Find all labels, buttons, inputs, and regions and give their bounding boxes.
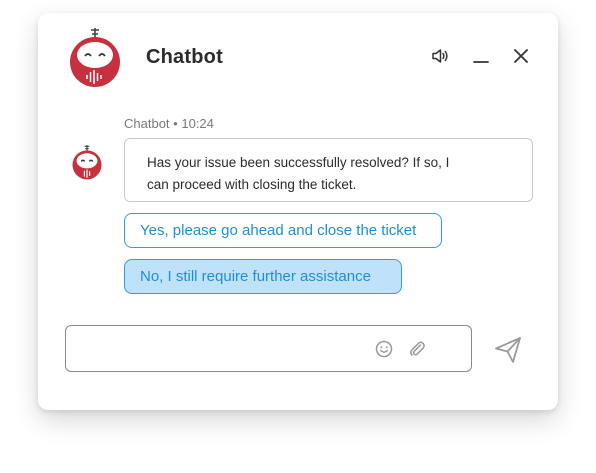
speaker-icon — [430, 46, 450, 71]
paperclip-icon[interactable] — [407, 339, 427, 359]
paper-plane-icon — [493, 337, 523, 369]
send-button[interactable] — [493, 335, 523, 365]
message-text-line-2: can proceed with closing the ticket. — [147, 177, 357, 192]
robot-icon — [69, 144, 105, 180]
sound-button[interactable] — [428, 46, 452, 70]
close-icon — [511, 46, 531, 71]
quick-reply-close-ticket[interactable]: Yes, please go ahead and close the ticke… — [124, 213, 442, 248]
message-sender: Chatbot — [124, 116, 170, 131]
message-input[interactable] — [78, 334, 372, 364]
message-time: 10:24 — [181, 116, 214, 131]
meta-separator: • — [173, 116, 178, 131]
chat-title: Chatbot — [146, 46, 223, 68]
close-button[interactable] — [509, 46, 533, 70]
quick-reply-need-assistance[interactable]: No, I still require further assistance — [124, 259, 402, 294]
message-meta: Chatbot • 10:24 — [124, 116, 214, 131]
chat-window: Chatbot Chatbot • 10:24 Has your issue b… — [38, 13, 558, 410]
message-text-line-1: Has your issue been successfully resolve… — [147, 155, 450, 170]
robot-icon — [64, 26, 126, 88]
minimize-button[interactable] — [469, 46, 493, 70]
minimize-icon — [471, 46, 491, 71]
message-bubble: Has your issue been successfully resolve… — [124, 138, 533, 202]
message-composer — [65, 325, 472, 372]
chat-header: Chatbot — [38, 13, 558, 108]
smiley-icon[interactable] — [374, 339, 394, 359]
